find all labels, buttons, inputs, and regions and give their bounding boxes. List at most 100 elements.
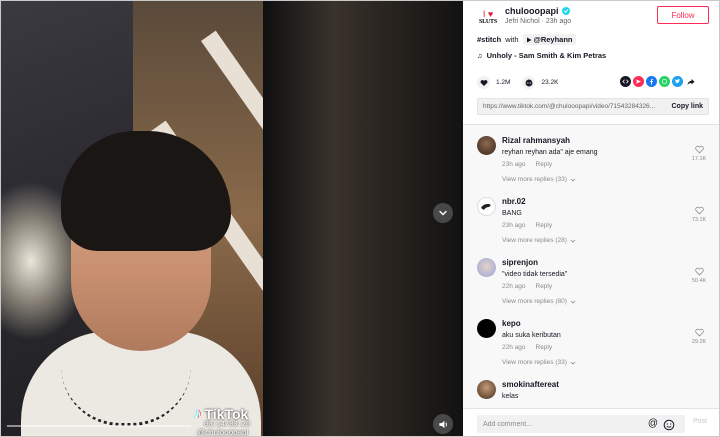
tiktok-watermark-text: TikTok	[204, 405, 249, 422]
comment-like-count: 29.2K	[691, 339, 707, 345]
view-more-replies-text: View more replies (33)	[502, 176, 567, 183]
view-more-replies-button[interactable]: View more replies (28)	[502, 237, 692, 244]
like-button[interactable]	[477, 76, 490, 89]
volume-button[interactable]	[433, 414, 453, 434]
view-more-replies-button[interactable]: View more replies (33)	[502, 359, 692, 366]
comment-like-button[interactable]: 50.4K	[689, 267, 709, 284]
description-with-text: with	[505, 35, 519, 44]
video-link-box: https://www.tiktok.com/@chulooopapi/vide…	[477, 98, 709, 115]
author-subtitle: Jefri Nichol · 23h ago	[505, 18, 572, 25]
avatar[interactable]	[477, 380, 496, 399]
comment-like-count: 50.4K	[691, 278, 707, 284]
video-player[interactable]: ♪ TikTok 00:14/00:20 @chulooopapi	[1, 1, 463, 437]
stitch-user-link[interactable]: @Reyhann	[522, 34, 576, 45]
reply-button[interactable]: Reply	[536, 161, 553, 168]
reply-button[interactable]: Reply	[536, 283, 553, 290]
tiktok-watermark: ♪ TikTok	[194, 405, 248, 422]
comment-username[interactable]: siprenjon	[502, 258, 692, 267]
comment-text: BANG	[502, 210, 522, 217]
bird-icon	[481, 204, 491, 210]
hashtag-link[interactable]: #stitch	[477, 35, 501, 44]
play-icon	[526, 37, 532, 42]
whatsapp-icon[interactable]	[659, 76, 670, 87]
comment-meta: 23h ago Reply	[502, 161, 692, 168]
comment-username[interactable]: nbr.02	[502, 197, 692, 206]
author-avatar[interactable]: I ♥ SLUTS	[477, 6, 499, 28]
reply-button[interactable]: Reply	[536, 222, 553, 229]
share-buttons	[620, 76, 696, 87]
mention-at-icon[interactable]: @	[647, 418, 659, 430]
author-username[interactable]: chulooopapi	[505, 6, 559, 16]
comment-meta: 22h ago Reply	[502, 283, 692, 290]
comment-username[interactable]: Rizal rahmansyah	[502, 136, 692, 145]
like-count: 1.2M	[496, 79, 511, 86]
comment-text: reyhan reyhan ada" aje emang	[502, 149, 598, 156]
comment-meta: 22h ago Reply	[502, 344, 692, 351]
heart-outline-icon	[694, 267, 704, 276]
next-video-button[interactable]	[433, 203, 453, 223]
comment-like-count: 73.1K	[691, 217, 707, 223]
facebook-icon[interactable]	[646, 76, 657, 87]
view-more-replies-text: View more replies (80)	[502, 298, 567, 305]
video-progress-bar[interactable]	[7, 425, 191, 427]
avatar[interactable]	[477, 197, 496, 216]
emoji-icon[interactable]	[663, 418, 675, 431]
avatar[interactable]	[477, 258, 496, 277]
comment-button[interactable]	[522, 76, 536, 89]
comment-dots-icon	[525, 79, 533, 86]
comment-like-count: 17.1K	[691, 156, 707, 162]
post-button[interactable]: Post	[693, 418, 707, 425]
comment-text: "video tidak tersedia"	[502, 271, 568, 278]
view-more-replies-text: View more replies (33)	[502, 359, 567, 366]
music-note-icon: ♫	[477, 51, 483, 60]
author-name-row: chulooopapi	[505, 6, 571, 16]
comments-list[interactable]: Rizal rahmansyah reyhan reyhan ada" aje …	[463, 125, 719, 408]
heart-outline-icon	[694, 206, 704, 215]
reply-button[interactable]: Reply	[536, 344, 553, 351]
engagement-stats: 1.2M 23.2K	[477, 76, 558, 89]
music-link[interactable]: ♫ Unholy - Sam Smith & Kim Petras	[477, 51, 606, 60]
avatar[interactable]	[477, 136, 496, 155]
follow-button[interactable]: Follow	[657, 6, 709, 24]
copy-link-button[interactable]: Copy link	[671, 103, 703, 110]
chevron-down-icon	[570, 239, 576, 243]
share-arrow-icon[interactable]	[685, 76, 696, 87]
view-more-replies-button[interactable]: View more replies (80)	[502, 298, 692, 305]
avatar[interactable]	[477, 319, 496, 338]
twitter-icon[interactable]	[672, 76, 683, 87]
chevron-down-icon	[570, 300, 576, 304]
speaker-icon	[438, 420, 447, 428]
comment-time: 22h ago	[502, 283, 526, 290]
comment-username[interactable]: smokinaftereat	[502, 380, 692, 389]
author-info[interactable]: I ♥ SLUTS chulooopapi Jefri Nichol · 23h…	[477, 6, 571, 28]
embed-icon[interactable]	[620, 76, 631, 87]
avatar-heart-text: I ♥	[482, 8, 494, 19]
comment-text: kelas	[502, 393, 519, 400]
comment-like-button[interactable]: 73.1K	[689, 206, 709, 223]
comment-like-button[interactable]: 17.1K	[689, 145, 709, 162]
tiktok-video-page: ♪ TikTok 00:14/00:20 @chulooopapi I ♥ SL…	[0, 0, 720, 437]
comment-meta: 23h ago Reply	[502, 222, 692, 229]
video-description: #stitch with @Reyhann	[477, 34, 576, 45]
video-frame[interactable]	[1, 1, 263, 436]
view-more-replies-text: View more replies (28)	[502, 237, 567, 244]
heart-outline-icon	[694, 145, 704, 154]
send-to-friends-icon[interactable]	[633, 76, 644, 87]
verified-badge-icon	[561, 7, 570, 15]
comment-like-button[interactable]: 29.2K	[689, 328, 709, 345]
video-link-url[interactable]: https://www.tiktok.com/@chulooopapi/vide…	[483, 103, 663, 110]
view-more-replies-button[interactable]: View more replies (33)	[502, 176, 692, 183]
comment-username[interactable]: kepo	[502, 319, 692, 328]
chevron-down-icon	[570, 361, 576, 365]
comment-count: 23.2K	[541, 79, 559, 86]
stitch-user-text: @Reyhann	[533, 35, 573, 44]
comment-composer: @ Post	[463, 408, 719, 436]
music-title: Unholy - Sam Smith & Kim Petras	[486, 51, 607, 60]
video-handle-watermark: @chulooopapi	[197, 428, 249, 437]
heart-outline-icon	[694, 328, 704, 337]
chevron-down-icon	[439, 210, 447, 216]
tiktok-note-icon: ♪	[194, 405, 202, 422]
heart-icon	[480, 79, 487, 86]
comment-text: aku suka keributan	[502, 332, 561, 339]
chevron-down-icon	[570, 178, 576, 182]
